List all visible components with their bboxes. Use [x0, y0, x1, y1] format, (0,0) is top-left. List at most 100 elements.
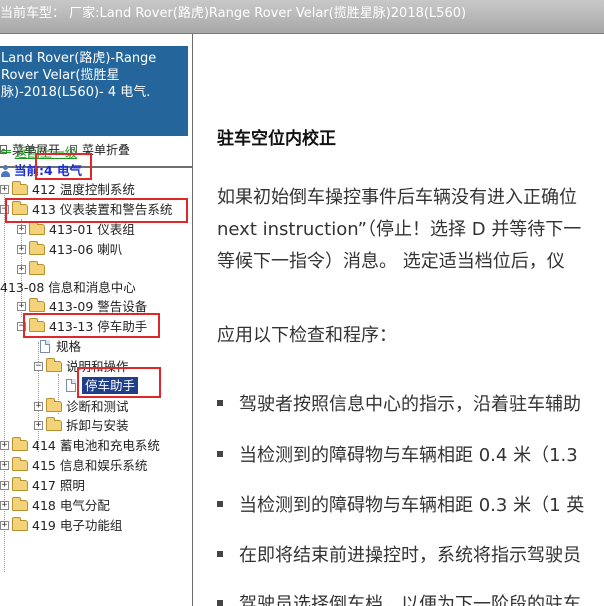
vehicle-line: 脉)-2018(L560)- 4 电气.	[1, 85, 151, 100]
tree-item-label: 418 电气分配	[32, 498, 110, 513]
window-title: 当前车型： 厂家:Land Rover(路虎)Range Rover Velar…	[0, 6, 467, 21]
vehicle-header: Land Rover(路虎)-Range Rover Velar(揽胜星 脉)-…	[0, 46, 188, 136]
folder-icon	[29, 221, 45, 235]
paragraph-line: 如果初始倒车操控事件后车辆没有进入正确位	[217, 187, 577, 208]
checks-intro: 应用以下检查和程序：	[217, 325, 397, 346]
paragraph-line: next instruction”（停止！选择 D 并等待下一	[217, 219, 582, 240]
content-pane: 驻车空位内校正 如果初始倒车操控事件后车辆没有进入正确位 next instru…	[194, 34, 604, 606]
folder-open-icon	[29, 318, 45, 332]
tree-item-label: 413-01 仪表组	[49, 222, 135, 237]
folder-icon	[12, 181, 28, 195]
tree-item-label: 417 照明	[32, 478, 85, 493]
tree-item-label-selected: 停车助手	[82, 377, 139, 394]
folder-open-icon	[46, 358, 62, 372]
plus-icon: +	[17, 244, 26, 254]
plus-icon: +	[0, 460, 9, 470]
tree-item-label: 413-09 警告设备	[49, 299, 148, 314]
back-arrow-icon: ⇐	[0, 144, 12, 160]
folder-icon	[29, 261, 45, 275]
bullet-icon	[217, 551, 223, 557]
tree-item-label: 413-06 喇叭	[49, 242, 123, 257]
tree-item-413-08[interactable]: 413-08 信息和消息中心	[0, 278, 136, 297]
bullet-icon	[217, 400, 223, 406]
bullet-text: 当检测到的障碍物与车辆相距 0.3 米（1 英	[239, 495, 585, 516]
folder-icon	[46, 398, 62, 412]
bullet-item: 当检测到的障碍物与车辆相距 0.3 米（1 英	[217, 491, 584, 517]
vehicle-line: Rover Velar(揽胜星	[1, 68, 120, 83]
tree-item-417[interactable]: + 417 照明	[0, 476, 85, 495]
tree-item-413-09[interactable]: + 413-09 警告设备	[17, 297, 147, 316]
bullet-icon	[217, 501, 223, 507]
minus-icon: −	[17, 321, 26, 331]
folder-icon	[12, 517, 28, 531]
bullet-item: 驾驶者按照信息中心的指示，沿着驻车辅助	[217, 390, 581, 416]
folder-icon	[29, 241, 45, 255]
collapse-all-label: 菜单折叠	[82, 142, 131, 157]
plus-icon: +	[0, 480, 9, 490]
plus-icon: +	[17, 264, 26, 274]
plus-icon: +	[0, 500, 9, 510]
minus-icon: −	[0, 204, 9, 214]
vehicle-line: Land Rover(路虎)-Range	[1, 51, 157, 66]
tree-item-413[interactable]: − 413 仪表装置和警告系统	[0, 200, 172, 219]
plus-icon: +	[34, 420, 43, 430]
tree-item-removal[interactable]: + 拆卸与安装	[34, 416, 129, 435]
paragraph-line: 等候下一指令）消息。 选定适当档位后，仪	[217, 251, 565, 272]
bullet-item: 在即将结束前进操控时，系统将指示驾驶员	[217, 541, 581, 567]
tree-item-label: 414 蓄电池和充电系统	[32, 438, 160, 453]
tree-item-413-01[interactable]: + 413-01 仪表组	[17, 220, 135, 239]
folder-icon	[12, 477, 28, 491]
tree-item-413-06[interactable]: + 413-06 喇叭	[17, 240, 122, 259]
tree-item-diagnosis[interactable]: + 诊断和测试	[34, 397, 129, 416]
tree-item-parking-aid[interactable]: 停车助手	[66, 376, 139, 395]
intro-paragraph: 如果初始倒车操控事件后车辆没有进入正确位 next instruction”（停…	[217, 182, 581, 278]
tree-item-413-13[interactable]: − 413-13 停车助手	[17, 317, 147, 336]
folder-icon	[12, 497, 28, 511]
folder-open-icon	[12, 201, 28, 215]
tree-item-unnamed[interactable]: +	[17, 260, 49, 279]
folder-icon	[29, 298, 45, 312]
current-node: 当前:4 电气	[0, 161, 82, 180]
tree-item-419[interactable]: + 419 电子功能组	[0, 516, 122, 535]
folder-icon	[46, 417, 62, 431]
bullet-icon	[217, 451, 223, 457]
window-title-bar: 当前车型： 厂家:Land Rover(路虎)Range Rover Velar…	[0, 0, 604, 34]
tree-item-label: 规格	[56, 339, 82, 354]
back-link[interactable]: ⇐ 返回上一级	[0, 143, 77, 162]
bullet-item: 当检测到的障碍物与车辆相距 0.4 米（1.3	[217, 441, 578, 467]
plus-icon: +	[34, 401, 43, 411]
folder-icon	[12, 457, 28, 471]
user-icon	[0, 164, 11, 177]
document-icon	[66, 379, 76, 392]
tree-item-label: 413-08 信息和消息中心	[0, 280, 136, 295]
bullet-item: 驾驶员选择倒车档，以便为下一阶段的驻车	[217, 590, 581, 606]
navigation-pane: Land Rover(路虎)-Range Rover Velar(揽胜星 脉)-…	[0, 34, 193, 606]
bullet-text: 驾驶员选择倒车档，以便为下一阶段的驻车	[239, 594, 581, 606]
tree-item-label: 415 信息和娱乐系统	[32, 458, 148, 473]
tree-item-label: 413-13 停车助手	[49, 319, 148, 334]
tree-item-412[interactable]: + 412 温度控制系统	[0, 180, 135, 199]
tree-item-label: 413 仪表装置和警告系统	[32, 202, 173, 217]
tree-item-418[interactable]: + 418 电气分配	[0, 496, 110, 515]
bullet-text: 驾驶者按照信息中心的指示，沿着驻车辅助	[239, 394, 581, 415]
plus-icon: +	[0, 184, 9, 194]
back-link-label: 返回上一级	[14, 145, 78, 160]
collapse-all-button[interactable]: 菜单折叠	[70, 141, 130, 158]
bullet-text: 当检测到的障碍物与车辆相距 0.4 米（1.3	[239, 445, 578, 466]
tree-item-label: 诊断和测试	[66, 399, 129, 414]
tree-item-label: 412 温度控制系统	[32, 182, 135, 197]
tree-item-415[interactable]: + 415 信息和娱乐系统	[0, 456, 147, 475]
tree-item-spec[interactable]: 规格	[40, 337, 81, 356]
current-label: 当前:4 电气	[14, 163, 83, 178]
plus-icon: +	[0, 440, 9, 450]
section-heading: 驻车空位内校正	[217, 129, 336, 149]
folder-icon	[12, 437, 28, 451]
plus-icon: +	[17, 301, 26, 311]
document-icon	[40, 340, 50, 353]
tree-item-label: 419 电子功能组	[32, 518, 123, 533]
plus-icon: +	[17, 224, 26, 234]
tree-item-description-operation[interactable]: − 说明和操作	[34, 357, 129, 376]
tree-item-414[interactable]: + 414 蓄电池和充电系统	[0, 436, 160, 455]
tree-item-label: 说明和操作	[66, 359, 129, 374]
plus-icon: +	[0, 520, 9, 530]
